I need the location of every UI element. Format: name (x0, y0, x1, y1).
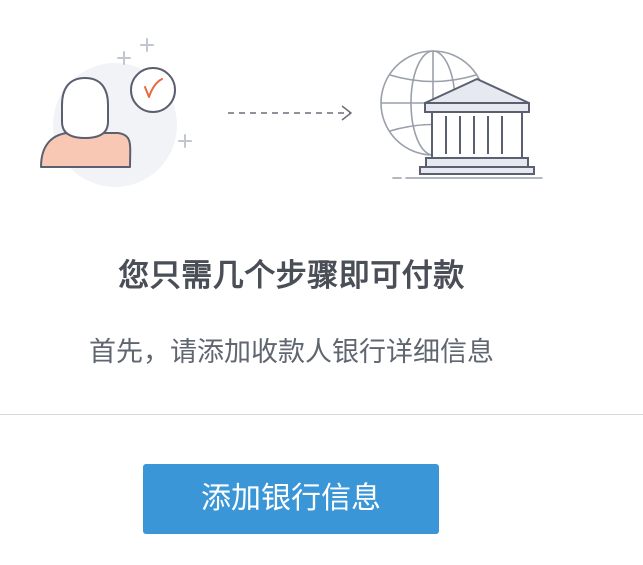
dashed-arrow-right-icon (228, 105, 352, 121)
person-with-clock-icon (40, 38, 192, 187)
payment-flow-illustration (40, 38, 543, 187)
add-bank-info-button[interactable]: 添加银行信息 (143, 464, 439, 534)
instruction-text: 首先，请添加收款人银行详细信息 (89, 337, 494, 368)
divider (0, 414, 643, 415)
page-title: 您只需几个步骤即可付款 (118, 258, 465, 294)
clock-icon (130, 67, 176, 113)
bank-with-globe-icon (380, 50, 543, 179)
